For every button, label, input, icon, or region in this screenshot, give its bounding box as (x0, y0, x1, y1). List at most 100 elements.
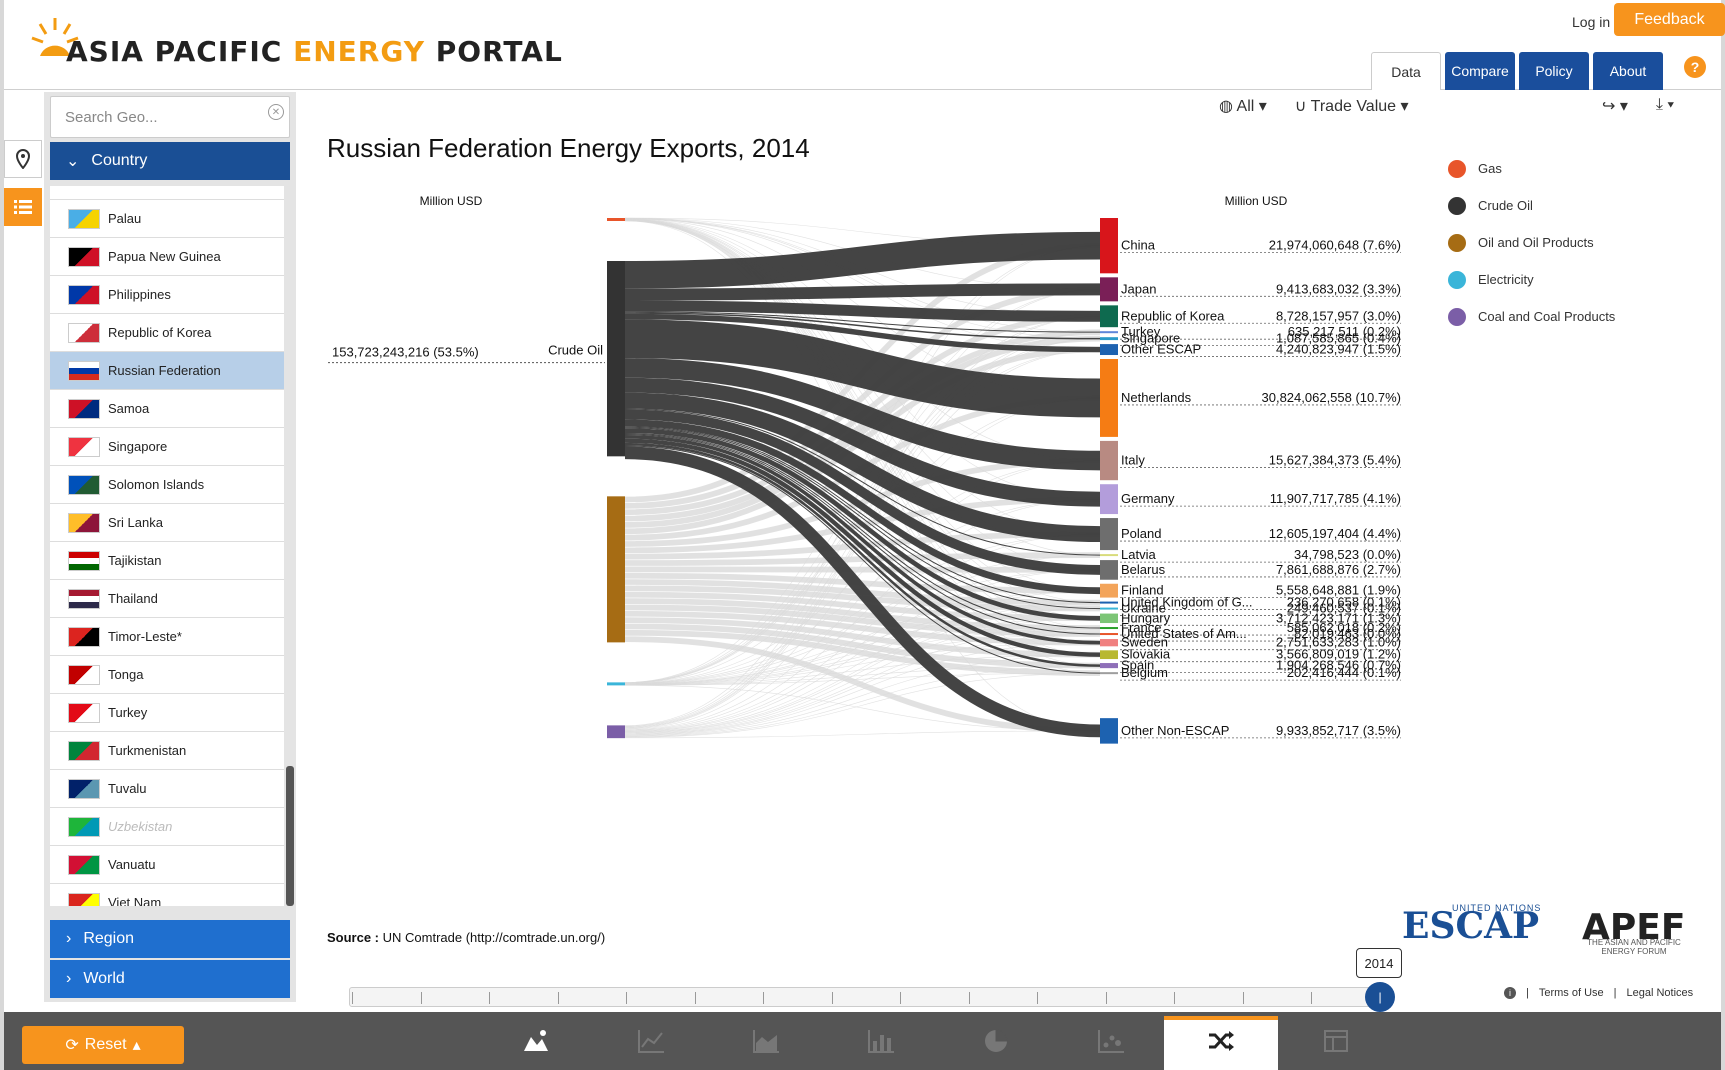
sankey-destination-node[interactable] (1100, 344, 1118, 356)
sankey-destination-node[interactable] (1100, 583, 1118, 598)
country-list-item[interactable]: Turkmenistan (50, 732, 284, 770)
info-icon[interactable]: i (1504, 987, 1516, 999)
reset-button[interactable]: ⟳ Reset ▴ (22, 1026, 184, 1064)
all-filter-dropdown[interactable]: ◍ All ▾ (1219, 96, 1267, 116)
year-slider-handle[interactable]: | (1365, 982, 1395, 1012)
sankey-destination-node[interactable] (1100, 440, 1118, 481)
legal-link[interactable]: Legal Notices (1627, 987, 1694, 999)
clear-search-icon[interactable]: ✕ (268, 104, 284, 120)
sankey-source-node[interactable] (607, 218, 625, 221)
timeline-tick[interactable] (831, 992, 833, 1004)
year-timeline-slider[interactable] (349, 987, 1381, 1007)
timeline-tick[interactable] (1105, 992, 1107, 1004)
sankey-destination-node[interactable] (1100, 633, 1118, 636)
terms-link[interactable]: Terms of Use (1539, 987, 1604, 999)
country-list-item[interactable]: Palau (50, 200, 284, 238)
list-scrollbar[interactable] (286, 186, 294, 906)
sankey-destination-node[interactable] (1100, 601, 1118, 604)
map-view-icon[interactable] (519, 1024, 553, 1058)
sankey-destination-node[interactable] (1100, 672, 1118, 675)
sankey-destination-node[interactable] (1100, 277, 1118, 302)
country-list-item[interactable]: Singapore (50, 428, 284, 466)
legend-item[interactable]: Electricity (1448, 261, 1615, 298)
country-list-item[interactable]: Thailand (50, 580, 284, 618)
sankey-source-node[interactable] (607, 725, 625, 739)
scrollbar-thumb[interactable] (286, 766, 294, 906)
country-list-item[interactable]: Sri Lanka (50, 504, 284, 542)
sankey-chart-icon[interactable] (1204, 1024, 1238, 1058)
sankey-destination-node[interactable] (1100, 484, 1118, 515)
region-accordion-header[interactable]: › Region (50, 920, 290, 958)
country-list-item[interactable]: Russian Federation (50, 352, 284, 390)
tab-compare[interactable]: Compare (1445, 52, 1515, 90)
sankey-flow-crude-oil[interactable] (624, 283, 1101, 301)
pie-chart-icon[interactable] (979, 1024, 1013, 1058)
list-view-tab[interactable] (4, 188, 42, 226)
trade-value-dropdown[interactable]: ∪ Trade Value ▾ (1295, 96, 1409, 116)
table-view-icon[interactable] (1319, 1024, 1353, 1058)
timeline-tick[interactable] (1311, 992, 1312, 1004)
timeline-tick[interactable] (420, 992, 422, 1004)
feedback-button[interactable]: Feedback (1614, 3, 1725, 36)
timeline-tick[interactable] (1037, 992, 1038, 1004)
portal-logo[interactable]: ASIA PACIFIC ENERGY PORTAL (28, 16, 563, 76)
country-list-item[interactable]: Samoa (50, 390, 284, 428)
timeline-tick[interactable] (1174, 992, 1175, 1004)
legend-item[interactable]: Coal and Coal Products (1448, 298, 1615, 335)
sankey-destination-node[interactable] (1100, 663, 1118, 669)
timeline-tick[interactable] (626, 992, 627, 1004)
sankey-destination-node[interactable] (1100, 560, 1118, 580)
sankey-destination-node[interactable] (1100, 337, 1118, 341)
country-list-item[interactable]: Tuvalu (50, 770, 284, 808)
sankey-destination-node[interactable] (1100, 518, 1118, 551)
timeline-tick[interactable] (900, 992, 901, 1004)
sankey-destination-node[interactable] (1100, 613, 1118, 624)
share-dropdown[interactable]: ↪ ▾ (1602, 96, 1628, 116)
search-geo-input[interactable]: Search Geo... (50, 96, 290, 138)
legend-item[interactable]: Gas (1448, 150, 1615, 187)
country-list-item[interactable]: Tonga (50, 656, 284, 694)
download-dropdown[interactable]: ⤓ ▾ (1656, 96, 1674, 116)
country-list-item[interactable]: Vanuatu (50, 846, 284, 884)
bar-chart-icon[interactable] (864, 1024, 898, 1058)
timeline-tick[interactable] (694, 992, 696, 1004)
country-accordion-header[interactable]: ⌄ Country (50, 142, 290, 180)
timeline-tick[interactable] (557, 992, 559, 1004)
sankey-destination-node[interactable] (1100, 639, 1118, 647)
timeline-tick[interactable] (489, 992, 490, 1004)
tab-data[interactable]: Data (1371, 52, 1441, 90)
sankey-destination-node[interactable] (1100, 627, 1118, 630)
country-list-item[interactable]: Viet Nam (50, 884, 284, 906)
country-list-item[interactable]: Tajikistan (50, 542, 284, 580)
map-pin-tab[interactable] (4, 140, 42, 178)
line-chart-icon[interactable] (634, 1024, 668, 1058)
country-list-item[interactable]: Republic of Korea (50, 314, 284, 352)
timeline-tick[interactable] (352, 992, 353, 1004)
country-list-item[interactable]: Solomon Islands (50, 466, 284, 504)
sankey-flow-crude-oil[interactable] (624, 231, 1101, 289)
country-list-item[interactable]: Turkey (50, 694, 284, 732)
login-link[interactable]: Log in (1572, 14, 1610, 30)
legend-item[interactable]: Crude Oil (1448, 187, 1615, 224)
timeline-tick[interactable] (1242, 992, 1244, 1004)
timeline-tick[interactable] (763, 992, 764, 1004)
country-list-item[interactable]: Papua New Guinea (50, 238, 284, 276)
sankey-flow-light[interactable] (624, 566, 1101, 573)
area-chart-icon[interactable] (749, 1024, 783, 1058)
tab-about[interactable]: About (1593, 52, 1663, 90)
sankey-destination-node[interactable] (1100, 718, 1118, 744)
sankey-destination-node[interactable] (1100, 331, 1118, 334)
country-list-item[interactable]: Timor-Leste* (50, 618, 284, 656)
escap-logo[interactable]: ESCAP (1402, 905, 1539, 947)
sankey-destination-node[interactable] (1100, 305, 1118, 328)
country-list-item[interactable]: Philippines (50, 276, 284, 314)
help-icon[interactable]: ? (1684, 56, 1706, 78)
legend-item[interactable]: Oil and Oil Products (1448, 224, 1615, 261)
tab-policy[interactable]: Policy (1519, 52, 1589, 90)
sankey-destination-node[interactable] (1100, 359, 1118, 437)
world-accordion-header[interactable]: › World (50, 960, 290, 998)
scatter-chart-icon[interactable] (1094, 1024, 1128, 1058)
sankey-destination-node[interactable] (1100, 554, 1118, 557)
sankey-source-node[interactable] (607, 496, 625, 643)
sankey-source-node[interactable] (607, 682, 625, 686)
